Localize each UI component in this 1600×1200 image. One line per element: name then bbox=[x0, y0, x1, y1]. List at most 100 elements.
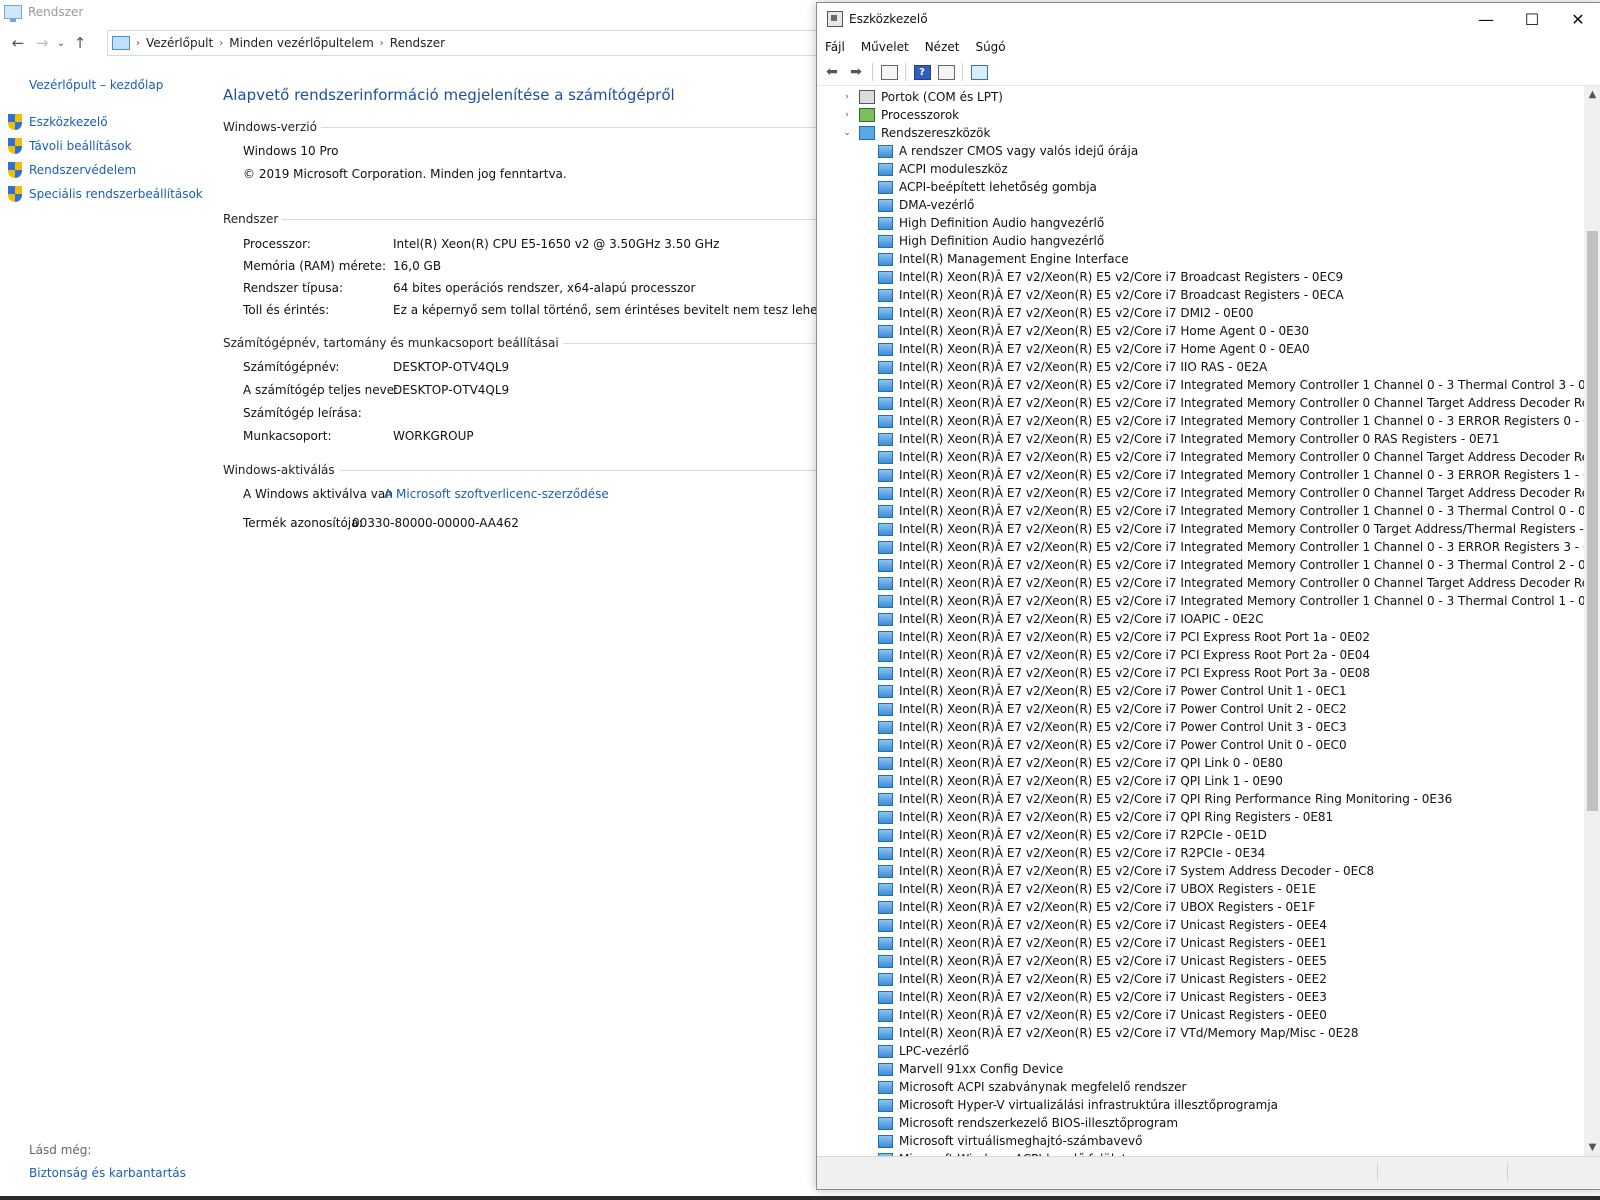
device-item[interactable]: Intel(R) Xeon(R)Â E7 v2/Xeon(R) E5 v2/Co… bbox=[878, 502, 1584, 520]
help-icon[interactable]: ? bbox=[911, 62, 933, 82]
device-item[interactable]: Intel(R) Xeon(R)Â E7 v2/Xeon(R) E5 v2/Co… bbox=[878, 700, 1347, 718]
device-item[interactable]: Intel(R) Xeon(R)Â E7 v2/Xeon(R) E5 v2/Co… bbox=[878, 898, 1315, 916]
remote-settings-link[interactable]: Távoli beállítások bbox=[8, 138, 132, 154]
remote-settings-link-label[interactable]: Távoli beállítások bbox=[29, 139, 132, 153]
device-item[interactable]: Intel(R) Xeon(R)Â E7 v2/Xeon(R) E5 v2/Co… bbox=[878, 304, 1254, 322]
device-item[interactable]: Intel(R) Xeon(R)Â E7 v2/Xeon(R) E5 v2/Co… bbox=[878, 466, 1584, 484]
device-label: Intel(R) Xeon(R)Â E7 v2/Xeon(R) E5 v2/Co… bbox=[899, 270, 1344, 284]
device-item[interactable]: Intel(R) Xeon(R)Â E7 v2/Xeon(R) E5 v2/Co… bbox=[878, 574, 1584, 592]
device-item[interactable]: Intel(R) Xeon(R)Â E7 v2/Xeon(R) E5 v2/Co… bbox=[878, 754, 1283, 772]
device-item[interactable]: Intel(R) Xeon(R)Â E7 v2/Xeon(R) E5 v2/Co… bbox=[878, 988, 1327, 1006]
system-protection-link[interactable]: Rendszervédelem bbox=[8, 162, 136, 178]
device-item[interactable]: Intel(R) Xeon(R)Â E7 v2/Xeon(R) E5 v2/Co… bbox=[878, 826, 1267, 844]
device-item[interactable]: Intel(R) Xeon(R)Â E7 v2/Xeon(R) E5 v2/Co… bbox=[878, 736, 1347, 754]
view-icon[interactable] bbox=[935, 62, 957, 82]
shield-icon bbox=[8, 138, 22, 154]
device-item[interactable]: High Definition Audio hangvezérlő bbox=[878, 232, 1104, 250]
device-item[interactable]: Intel(R) Xeon(R)Â E7 v2/Xeon(R) E5 v2/Co… bbox=[878, 556, 1584, 574]
device-item[interactable]: LPC-vezérlő bbox=[878, 1042, 969, 1060]
vertical-scrollbar[interactable]: ▲ ▼ bbox=[1584, 86, 1600, 1156]
breadcrumb-control-panel[interactable]: Vezérlőpult bbox=[146, 36, 213, 50]
device-item[interactable]: Intel(R) Xeon(R)Â E7 v2/Xeon(R) E5 v2/Co… bbox=[878, 268, 1343, 286]
device-item[interactable]: Intel(R) Xeon(R)Â E7 v2/Xeon(R) E5 v2/Co… bbox=[878, 412, 1584, 430]
scroll-thumb[interactable] bbox=[1587, 231, 1598, 811]
category-system-devices[interactable]: ⌄ Rendszereszközök bbox=[841, 124, 990, 142]
device-item[interactable]: Intel(R) Xeon(R)Â E7 v2/Xeon(R) E5 v2/Co… bbox=[878, 772, 1283, 790]
device-item[interactable]: Intel(R) Xeon(R)Â E7 v2/Xeon(R) E5 v2/Co… bbox=[878, 646, 1370, 664]
device-item[interactable]: Intel(R) Xeon(R)Â E7 v2/Xeon(R) E5 v2/Co… bbox=[878, 628, 1370, 646]
minimize-button[interactable]: — bbox=[1463, 3, 1509, 35]
device-item[interactable]: Intel(R) Xeon(R)Â E7 v2/Xeon(R) E5 v2/Co… bbox=[878, 790, 1452, 808]
device-item[interactable]: Intel(R) Xeon(R)Â E7 v2/Xeon(R) E5 v2/Co… bbox=[878, 484, 1584, 502]
device-item[interactable]: Intel(R) Xeon(R)Â E7 v2/Xeon(R) E5 v2/Co… bbox=[878, 880, 1316, 898]
forward-arrow-icon[interactable]: → bbox=[30, 34, 54, 52]
chevron-right-icon[interactable]: › bbox=[136, 38, 140, 49]
device-item[interactable]: Intel(R) Xeon(R)Â E7 v2/Xeon(R) E5 v2/Co… bbox=[878, 934, 1327, 952]
device-item[interactable]: DMA-vezérlő bbox=[878, 196, 974, 214]
device-item[interactable]: Microsoft Hyper-V virtualizálási infrast… bbox=[878, 1096, 1278, 1114]
control-panel-home-link[interactable]: Vezérlőpult – kezdőlap bbox=[29, 78, 163, 92]
device-item[interactable]: Intel(R) Xeon(R)Â E7 v2/Xeon(R) E5 v2/Co… bbox=[878, 808, 1333, 826]
menu-action[interactable]: Művelet bbox=[853, 40, 917, 54]
monitor-icon[interactable] bbox=[968, 62, 990, 82]
device-item[interactable]: Intel(R) Xeon(R)Â E7 v2/Xeon(R) E5 v2/Co… bbox=[878, 448, 1584, 466]
device-item[interactable]: Intel(R) Xeon(R)Â E7 v2/Xeon(R) E5 v2/Co… bbox=[878, 1006, 1327, 1024]
up-arrow-icon[interactable]: ↑ bbox=[68, 34, 92, 52]
system-protection-link-label[interactable]: Rendszervédelem bbox=[29, 163, 136, 177]
advanced-settings-link-label[interactable]: Speciális rendszerbeállítások bbox=[29, 187, 203, 201]
properties-icon[interactable] bbox=[878, 62, 900, 82]
device-item[interactable]: High Definition Audio hangvezérlő bbox=[878, 214, 1104, 232]
menu-file[interactable]: Fájl bbox=[817, 40, 853, 54]
advanced-settings-link[interactable]: Speciális rendszerbeállítások bbox=[8, 186, 203, 202]
category-processors[interactable]: › Processzorok bbox=[841, 106, 959, 124]
device-item[interactable]: Intel(R) Xeon(R)Â E7 v2/Xeon(R) E5 v2/Co… bbox=[878, 1024, 1359, 1042]
security-maintenance-link[interactable]: Biztonság és karbantartás bbox=[29, 1166, 186, 1180]
chevron-down-icon[interactable]: ⌄ bbox=[841, 128, 853, 138]
device-item[interactable]: Microsoft virtuálismeghajtó-számbavevő bbox=[878, 1132, 1142, 1150]
close-button[interactable]: ✕ bbox=[1555, 3, 1600, 35]
device-manager-link-label[interactable]: Eszközkezelő bbox=[29, 115, 108, 129]
device-item[interactable]: ACPI-beépített lehetőség gombja bbox=[878, 178, 1097, 196]
device-item[interactable]: Intel(R) Xeon(R)Â E7 v2/Xeon(R) E5 v2/Co… bbox=[878, 916, 1327, 934]
scroll-up-icon[interactable]: ▲ bbox=[1584, 86, 1600, 103]
device-item[interactable]: Intel(R) Xeon(R)Â E7 v2/Xeon(R) E5 v2/Co… bbox=[878, 844, 1265, 862]
device-item[interactable]: Intel(R) Xeon(R)Â E7 v2/Xeon(R) E5 v2/Co… bbox=[878, 682, 1347, 700]
device-manager-link[interactable]: Eszközkezelő bbox=[8, 114, 108, 130]
device-item[interactable]: Intel(R) Xeon(R)Â E7 v2/Xeon(R) E5 v2/Co… bbox=[878, 610, 1264, 628]
device-item[interactable]: Intel(R) Xeon(R)Â E7 v2/Xeon(R) E5 v2/Co… bbox=[878, 538, 1584, 556]
device-item[interactable]: Intel(R) Xeon(R)Â E7 v2/Xeon(R) E5 v2/Co… bbox=[878, 322, 1309, 340]
chevron-right-icon[interactable]: › bbox=[841, 110, 853, 120]
device-item[interactable]: Intel(R) Xeon(R)Â E7 v2/Xeon(R) E5 v2/Co… bbox=[878, 970, 1327, 988]
device-item[interactable]: Microsoft rendszerkezelő BIOS-illesztőpr… bbox=[878, 1114, 1178, 1132]
license-terms-link[interactable]: A Microsoft szoftverlicenc-szerződése bbox=[384, 487, 609, 501]
menu-help[interactable]: Súgó bbox=[967, 40, 1013, 54]
maximize-button[interactable]: ☐ bbox=[1509, 3, 1555, 35]
device-item[interactable]: Microsoft ACPI szabványnak megfelelő ren… bbox=[878, 1078, 1186, 1096]
category-ports[interactable]: › Portok (COM és LPT) bbox=[841, 88, 1003, 106]
device-item[interactable]: Intel(R) Xeon(R)Â E7 v2/Xeon(R) E5 v2/Co… bbox=[878, 718, 1347, 736]
back-icon[interactable]: ⬅ bbox=[821, 62, 843, 82]
device-item[interactable]: Intel(R) Xeon(R)Â E7 v2/Xeon(R) E5 v2/Co… bbox=[878, 358, 1267, 376]
device-item[interactable]: Intel(R) Xeon(R)Â E7 v2/Xeon(R) E5 v2/Co… bbox=[878, 286, 1344, 304]
recent-locations-chevron-icon[interactable]: ⌄ bbox=[54, 38, 68, 49]
device-item[interactable]: Intel(R) Xeon(R)Â E7 v2/Xeon(R) E5 v2/Co… bbox=[878, 664, 1370, 682]
device-item[interactable]: Intel(R) Xeon(R)Â E7 v2/Xeon(R) E5 v2/Co… bbox=[878, 376, 1584, 394]
device-item[interactable]: Intel(R) Xeon(R)Â E7 v2/Xeon(R) E5 v2/Co… bbox=[878, 394, 1584, 412]
device-item[interactable]: Intel(R) Management Engine Interface bbox=[878, 250, 1129, 268]
device-item[interactable]: Intel(R) Xeon(R)Â E7 v2/Xeon(R) E5 v2/Co… bbox=[878, 430, 1500, 448]
device-item[interactable]: ACPI moduleszköz bbox=[878, 160, 1008, 178]
forward-icon[interactable]: ➡ bbox=[845, 62, 867, 82]
device-item[interactable]: Marvell 91xx Config Device bbox=[878, 1060, 1063, 1078]
menu-view[interactable]: Nézet bbox=[917, 40, 968, 54]
chevron-right-icon[interactable]: › bbox=[841, 92, 853, 102]
device-item[interactable]: Intel(R) Xeon(R)Â E7 v2/Xeon(R) E5 v2/Co… bbox=[878, 862, 1374, 880]
device-item[interactable]: Intel(R) Xeon(R)Â E7 v2/Xeon(R) E5 v2/Co… bbox=[878, 340, 1310, 358]
device-label: ACPI moduleszköz bbox=[899, 162, 1008, 176]
device-item[interactable]: A rendszer CMOS vagy valós idejű órája bbox=[878, 142, 1138, 160]
device-manager-titlebar[interactable]: Eszközkezelő — ☐ ✕ bbox=[817, 3, 1600, 35]
device-item[interactable]: Intel(R) Xeon(R)Â E7 v2/Xeon(R) E5 v2/Co… bbox=[878, 520, 1584, 538]
device-item[interactable]: Intel(R) Xeon(R)Â E7 v2/Xeon(R) E5 v2/Co… bbox=[878, 592, 1584, 610]
scroll-down-icon[interactable]: ▼ bbox=[1584, 1139, 1600, 1156]
back-arrow-icon[interactable]: ← bbox=[6, 34, 30, 52]
device-item[interactable]: Intel(R) Xeon(R)Â E7 v2/Xeon(R) E5 v2/Co… bbox=[878, 952, 1327, 970]
